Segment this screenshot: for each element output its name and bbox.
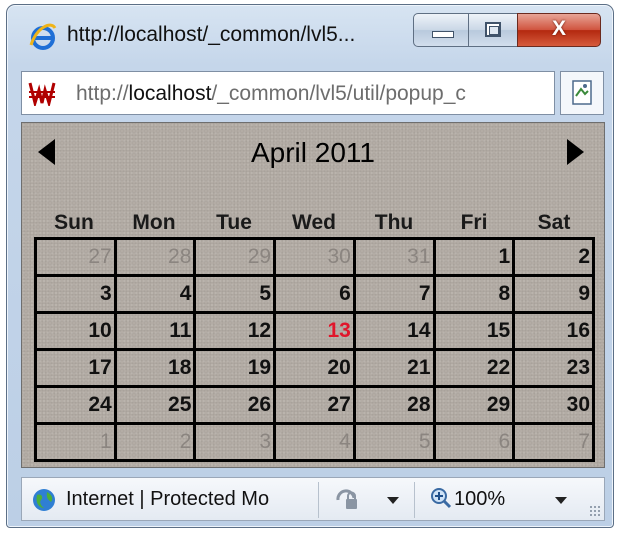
day-cell[interactable]: 4: [113, 274, 197, 314]
resize-grip-icon[interactable]: [589, 505, 601, 517]
day-cell[interactable]: 10: [34, 311, 117, 351]
day-cell-other-month[interactable]: 27: [34, 237, 117, 277]
day-cell[interactable]: 17: [34, 348, 117, 388]
globe-icon: [33, 489, 55, 511]
ie-logo-icon: [29, 23, 57, 50]
calendar-week: 24 25 26 27 28 29 30: [34, 385, 595, 425]
calendar-grid: 27 28 29 30 31 1 2 3 4 5 6 7 8 9 10 11 1…: [34, 237, 595, 462]
window-title: http://localhost/_common/lvl5...: [67, 23, 356, 46]
day-cell-other-month[interactable]: 5: [352, 422, 436, 462]
page-button[interactable]: [560, 71, 604, 115]
weekday-mon: Mon: [132, 211, 176, 234]
site-favicon-icon: [28, 82, 56, 106]
day-cell[interactable]: 12: [193, 311, 277, 351]
day-cell[interactable]: 28: [352, 385, 436, 425]
day-cell[interactable]: 19: [193, 348, 277, 388]
day-cell[interactable]: 23: [512, 348, 595, 388]
day-cell[interactable]: 29: [432, 385, 516, 425]
weekday-thu: Thu: [374, 211, 414, 234]
close-icon: X: [551, 17, 566, 40]
day-cell[interactable]: 22: [432, 348, 516, 388]
chevron-down-icon[interactable]: [387, 497, 399, 504]
calendar-week: 27 28 29 30 31 1 2: [34, 237, 595, 277]
weekday-tue: Tue: [216, 211, 252, 234]
zoom-magnifier-icon[interactable]: [430, 487, 452, 509]
day-cell[interactable]: 5: [193, 274, 277, 314]
day-cell[interactable]: 3: [34, 274, 117, 314]
day-cell[interactable]: 24: [34, 385, 117, 425]
weekday-sat: Sat: [537, 211, 571, 234]
zoom-level[interactable]: 100%: [454, 488, 505, 511]
url-path: /_common/lvl5/util/popup_c: [211, 82, 466, 105]
url-prefix: http://: [76, 82, 129, 105]
title-bar[interactable]: http://localhost/_common/lvl5... X: [7, 5, 613, 61]
day-cell-other-month[interactable]: 4: [273, 422, 356, 462]
day-cell[interactable]: 30: [512, 385, 595, 425]
day-cell[interactable]: 1: [432, 237, 516, 277]
calendar-week: 3 4 5 6 7 8 9: [34, 274, 595, 314]
calendar-panel: April 2011 Sun Mon Tue Wed Thu Fri Sat 2…: [21, 122, 605, 468]
day-cell[interactable]: 21: [352, 348, 436, 388]
day-cell[interactable]: 15: [432, 311, 516, 351]
status-divider: [414, 482, 415, 518]
day-cell[interactable]: 8: [432, 274, 516, 314]
day-cell-other-month[interactable]: 28: [113, 237, 197, 277]
day-cell[interactable]: 25: [113, 385, 197, 425]
maximize-button[interactable]: [468, 13, 518, 47]
day-cell[interactable]: 14: [352, 311, 436, 351]
chevron-down-icon[interactable]: [555, 497, 567, 504]
day-cell[interactable]: 7: [352, 274, 436, 314]
lock-icon[interactable]: [334, 488, 360, 512]
day-cell-other-month[interactable]: 30: [273, 237, 356, 277]
day-cell[interactable]: 6: [273, 274, 356, 314]
weekday-fri: Fri: [460, 211, 488, 234]
weekday-header: Sun Mon Tue Wed Thu Fri Sat: [34, 211, 594, 237]
url-host: localhost: [128, 82, 212, 105]
day-cell-other-month[interactable]: 3: [193, 422, 277, 462]
calendar-week: 17 18 19 20 21 22 23: [34, 348, 595, 388]
weekday-wed: Wed: [292, 211, 336, 234]
day-cell-other-month[interactable]: 6: [432, 422, 516, 462]
status-bar: Internet | Protected Mo 100%: [21, 477, 605, 521]
url-text[interactable]: http://localhost/_common/lvl5/util/popup…: [76, 82, 550, 106]
day-cell[interactable]: 26: [193, 385, 277, 425]
page-icon: [572, 80, 592, 105]
day-cell[interactable]: 2: [512, 237, 595, 277]
close-button[interactable]: X: [517, 13, 601, 47]
day-cell[interactable]: 16: [512, 311, 595, 351]
day-cell-other-month[interactable]: 31: [352, 237, 436, 277]
day-cell-other-month[interactable]: 7: [512, 422, 595, 462]
day-cell-today[interactable]: 13: [273, 311, 356, 351]
address-bar[interactable]: http://localhost/_common/lvl5/util/popup…: [21, 71, 555, 115]
weekday-sun: Sun: [54, 211, 94, 234]
day-cell[interactable]: 9: [512, 274, 595, 314]
security-zone-text[interactable]: Internet | Protected Mo: [66, 488, 316, 511]
day-cell[interactable]: 27: [273, 385, 356, 425]
maximize-icon: [485, 22, 501, 37]
next-month-arrow-icon[interactable]: [567, 139, 584, 165]
minimize-icon: [432, 31, 454, 38]
month-title: April 2011: [250, 137, 375, 168]
minimize-button[interactable]: [413, 13, 469, 47]
day-cell-other-month[interactable]: 1: [34, 422, 117, 462]
status-divider: [318, 482, 319, 518]
day-cell-other-month[interactable]: 29: [193, 237, 277, 277]
day-cell[interactable]: 18: [113, 348, 197, 388]
day-cell[interactable]: 20: [273, 348, 356, 388]
day-cell[interactable]: 11: [113, 311, 197, 351]
day-cell-other-month[interactable]: 2: [113, 422, 197, 462]
calendar-week: 10 11 12 13 14 15 16: [34, 311, 595, 351]
calendar-week: 1 2 3 4 5 6 7: [34, 422, 595, 462]
